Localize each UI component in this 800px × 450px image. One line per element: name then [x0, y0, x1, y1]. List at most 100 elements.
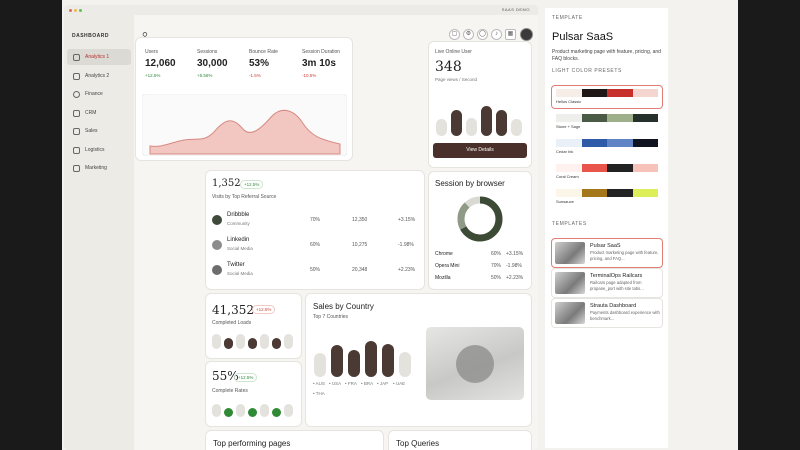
globe-icon[interactable]: ◯: [477, 29, 488, 40]
kpi-delta-sessions: +5.56%: [197, 73, 213, 78]
sidebar-item-label: Logistics: [85, 147, 105, 153]
country-bar: [331, 345, 343, 377]
template-item[interactable]: TerminalOps Railcars Railcars page adapte…: [552, 269, 662, 297]
main-content: ⚲ ▢ ⚙ ◯ ♪ ▦ Users 12,060 +12.5% Sessions…: [134, 15, 538, 450]
loads-pill: [248, 338, 257, 349]
loads-pill: [212, 334, 221, 349]
referral-row-delta: +3.15%: [398, 217, 416, 223]
preset-name: Helios Classic: [556, 99, 582, 104]
color-swatch: [581, 114, 607, 122]
referral-label: Visits by Top Referral Source: [212, 194, 277, 200]
live-users-value: 348: [435, 59, 462, 75]
preset-stone-sage[interactable]: Stone + Sage: [552, 111, 662, 133]
country-bar: [314, 353, 326, 377]
country-legend-item: • USA: [329, 381, 342, 386]
view-details-button[interactable]: View Details: [433, 143, 527, 158]
template-thumbnail: [555, 302, 585, 324]
referral-row-name: Linkedin: [227, 237, 250, 243]
sidebar-item-crm[interactable]: CRM: [67, 105, 131, 121]
template-item[interactable]: Strauta Dashboard Payments dashboard expe…: [552, 299, 662, 327]
maximize-dot[interactable]: [79, 9, 82, 12]
color-swatch: [607, 89, 633, 97]
linkedin-icon: [212, 240, 222, 250]
referral-row-pct: 70%: [310, 217, 321, 223]
kpi-label-duration: Session Duration: [302, 49, 341, 55]
preset-swatches: [556, 164, 658, 172]
browser-row-name: Opera Mini: [435, 263, 460, 269]
referral-card: 1,352 +12.5% Visits by Top Referral Sour…: [206, 171, 424, 289]
referral-row-sub: Social Media: [227, 246, 253, 251]
preset-coral-cream[interactable]: Coral Cream: [552, 161, 662, 183]
app-window: SAAS DEMO DASHBOARD Analytics 1 Analytic…: [64, 5, 538, 450]
kpi-label-users: Users: [145, 49, 159, 55]
bag-icon: [73, 127, 80, 135]
cart-icon[interactable]: ▢: [449, 29, 460, 40]
preset-swatches: [556, 89, 658, 97]
settings-icon[interactable]: ⚙: [463, 29, 474, 40]
color-swatch: [556, 164, 582, 172]
referral-row-count: 12,350: [352, 217, 368, 223]
country-legend-item: • FRA: [345, 381, 357, 386]
templates-heading: TEMPLATES: [552, 221, 587, 227]
sidebar-item-finance[interactable]: Finance: [67, 86, 131, 102]
rates-pill: [260, 404, 269, 417]
color-swatch: [632, 89, 658, 97]
rates-pill: [224, 408, 233, 417]
country-bar: [382, 344, 394, 377]
country-legend-item: • AUS: [313, 381, 325, 386]
window-title: SAAS DEMO: [501, 7, 530, 12]
referral-badge: +12.5%: [240, 180, 264, 189]
loads-pill: [272, 338, 281, 349]
template-desc: Product marketing page with feature, pri…: [590, 250, 659, 261]
color-swatch: [632, 164, 658, 172]
sidebar-item-label: Analytics 1: [85, 54, 110, 60]
loads-pill: [224, 338, 233, 349]
sidebar-item-sales[interactable]: Sales: [67, 123, 131, 139]
kpi-value-duration: 3m 10s: [302, 58, 336, 69]
live-users-label: Live Online User: [435, 49, 472, 55]
country-legend-item: • JAP: [377, 381, 389, 386]
sidebar-item-logistics[interactable]: Logistics: [67, 142, 131, 158]
sidebar-item-marketing[interactable]: Marketing: [67, 160, 131, 176]
template-desc: Railcars page adapted from propane_port …: [590, 280, 644, 291]
globe-icon: [456, 345, 494, 383]
sidebar-item-label: Finance: [85, 91, 103, 97]
preset-helios-classic[interactable]: Helios Classic: [552, 86, 662, 108]
bell-icon[interactable]: ♪: [491, 29, 502, 40]
preset-name: Coral Cream: [556, 174, 579, 179]
sidebar-item-analytics-2[interactable]: Analytics 2: [67, 68, 131, 84]
template-thumbnail: [555, 242, 585, 264]
preset-sunsauce[interactable]: Sunsauce: [552, 186, 662, 208]
loads-label: Completed Loads: [212, 320, 252, 326]
live-users-card: Live Online User 348 Page views / Second…: [429, 42, 531, 167]
sidebar-item-analytics-1[interactable]: Analytics 1: [67, 49, 131, 65]
template-name: Pulsar SaaS: [590, 243, 621, 249]
apps-grid-icon[interactable]: ▦: [505, 29, 516, 40]
loads-pill: [284, 334, 293, 349]
country-sub: Top 7 Countries: [313, 314, 349, 320]
sidebar-item-label: CRM: [85, 110, 97, 116]
dollar-icon: [73, 90, 80, 98]
avatar[interactable]: [520, 28, 533, 41]
rates-card: 55% +12.5% Complete Rates: [206, 362, 301, 426]
country-bar: [365, 341, 377, 377]
template-item[interactable]: Pulsar SaaS Product marketing page with f…: [552, 239, 662, 267]
template-name: Strauta Dashboard: [590, 303, 637, 309]
kpi-delta-bounce: -1.5%: [249, 73, 261, 78]
area-chart: [142, 94, 347, 156]
minimize-dot[interactable]: [74, 9, 77, 12]
sidebar-heading: DASHBOARD: [72, 33, 109, 39]
sidebar-item-label: Marketing: [85, 165, 107, 171]
browser-row-delta: -1.98%: [506, 263, 522, 269]
color-swatch: [581, 89, 607, 97]
analytics-icon: [73, 72, 80, 80]
color-swatch: [632, 139, 658, 147]
rates-pill: [236, 404, 245, 417]
template-description: Product marketing page with feature, pri…: [552, 49, 661, 62]
country-legend-item: • UAE: [393, 381, 406, 386]
loads-value: 41,352: [212, 303, 254, 317]
preset-cedar-ink[interactable]: Cedar Ink: [552, 136, 662, 158]
browser-donut: [457, 196, 503, 242]
referral-row-name: Dribbble: [227, 212, 250, 218]
close-dot[interactable]: [69, 9, 72, 12]
